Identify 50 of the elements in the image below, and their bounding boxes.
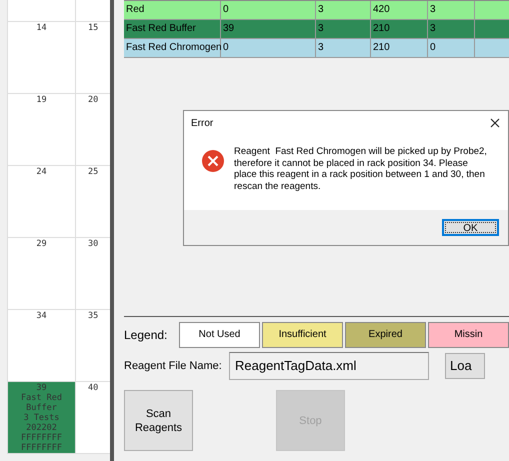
rack-cell-text: 15 [88,23,98,33]
table-cell: 3 [428,20,475,38]
table-cell: 210 [371,20,428,38]
rack-cell-text: FFFFFFFF [21,443,62,453]
legend-label: Legend: [124,326,168,344]
legend-item: Not Used [179,322,260,348]
rack-cell-text: 25 [88,167,98,177]
table-cell: 0 [428,39,475,57]
legend-item: Expired [345,322,426,348]
rack-cell-text: 29 [36,239,47,249]
load-button[interactable]: Loa [445,353,485,379]
table-cell: Fast Red Buffer [124,20,221,38]
reagent-row[interactable]: Fast Red Chromogen0 3 210 0 [124,39,509,58]
rack-cell-text: 19 [36,95,47,105]
table-cell: 210 [371,39,428,57]
table-cell: 3 [316,1,371,19]
rack-cell-text: 202202 [26,423,57,433]
rack-cell-text: Buffer [26,403,57,413]
reagent-row[interactable]: Red 0 3 420 3 [124,1,509,20]
close-icon[interactable] [490,118,500,128]
rack-cell-text: 34 [36,311,47,321]
table-cell: 3 [316,39,371,57]
rack-cell-text: 39 [36,383,47,393]
rack-cell-text: 30 [88,239,98,249]
rack-cell-text: 20 [88,95,98,105]
error-icon [202,150,224,172]
table-cell: 39 [221,20,316,38]
file-name-field[interactable]: ReagentTagData.xml [229,352,429,380]
rack-cell-text: 14 [36,23,47,33]
legend-item: Missin [428,322,509,348]
ok-button[interactable]: OK [442,219,499,236]
legend-item: Insufficient [262,322,343,348]
rack-cell-text: 3 Tests [24,413,60,423]
rack-cell-text: 24 [36,167,47,177]
error-message: Reagent Fast Red Chromogen will be picked up by Probe2, therefore it cannot be placed in rack position 34. Please place this reagent in a rack position between 1 and 30, then rescan the reagents. [234,146,488,194]
table-cell: Red [124,1,221,19]
table-cell: 3 [428,1,475,19]
table-cell: 0 [221,39,316,57]
table-cell: 0 [221,1,316,19]
table-cell: 3 [316,20,371,38]
rack-cell-text: 40 [88,383,98,393]
scan-reagents-button[interactable]: Scan Reagents [124,390,193,451]
table-cell: Fast Red Chromogen [124,39,221,57]
file-name-label: Reagent File Name: [124,358,223,374]
reagent-row[interactable]: Fast Red Buffer 39 3 210 3 [124,20,509,39]
rack-cell-text: FFFFFFFF [21,433,62,443]
table-cell: 420 [371,1,428,19]
rack-cell-text: Fast Red [21,393,62,403]
dialog-title: Error [191,116,214,130]
rack-cell-text: 35 [88,311,98,321]
